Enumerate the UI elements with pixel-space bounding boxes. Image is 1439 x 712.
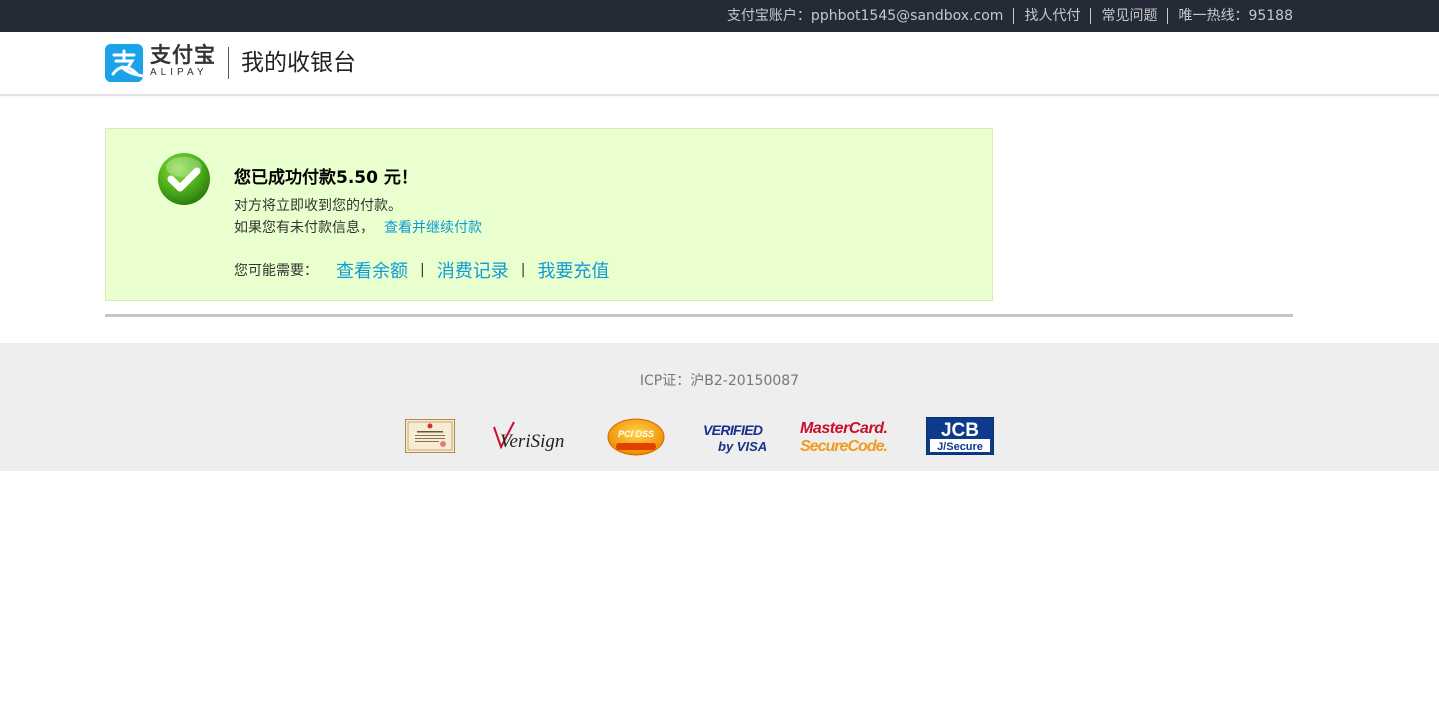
jcb-text: JCB (941, 420, 979, 441)
securecode-text: SecureCode. (800, 438, 888, 455)
verified-by-visa-badge[interactable]: VERIFIED by VISA (700, 419, 766, 455)
success-check-icon (158, 153, 210, 205)
view-continue-payment-link[interactable]: 查看并继续付款 (384, 220, 482, 236)
faq-link[interactable]: 常见问题 (1090, 8, 1167, 24)
success-message: 对方将立即收到您的付款。 (234, 198, 402, 214)
view-balance-link[interactable]: 查看余额 (336, 257, 408, 283)
by-visa-text: by VISA (718, 439, 766, 454)
payment-success-panel: 您已成功付款5.50 元！ 对方将立即收到您的付款。 如果您有未付款信息， 查看并… (105, 128, 993, 301)
suggested-actions: 您可能需要： 查看余额 | 消费记录 | 我要充值 (234, 257, 609, 283)
separator: | (520, 262, 526, 278)
logo-cn: 支付宝 (150, 43, 216, 67)
logo-divider (228, 47, 229, 79)
pci-text: PCI DSS (618, 429, 654, 439)
verified-text: VERIFIED (703, 422, 763, 438)
icp-license: ICP证：沪B2-20150087 (639, 373, 800, 389)
success-title: 您已成功付款5.50 元！ (234, 168, 418, 188)
header: 支付宝 ALIPAY 我的收银台 (0, 32, 1439, 96)
top-bar: 支付宝账户：pphbot1545@sandbox.com 找人代付 常见问题 唯… (0, 0, 1439, 32)
mastercard-securecode-badge[interactable]: MasterCard. SecureCode. (799, 417, 891, 455)
top-links: 支付宝账户：pphbot1545@sandbox.com 找人代付 常见问题 唯… (717, 0, 1293, 32)
suggested-label: 您可能需要： (234, 263, 318, 279)
jsecure-text: J/Secure (937, 441, 983, 453)
unpaid-info-text: 如果您有未付款信息， (234, 220, 374, 236)
footer: ICP证：沪B2-20150087 VeriSign PCI DSS VERIF… (0, 343, 1439, 471)
separator: | (420, 262, 425, 278)
logo-en: ALIPAY (150, 67, 208, 78)
verisign-text: VeriSign (500, 431, 564, 452)
alipay-logo-icon[interactable] (105, 44, 143, 82)
alipay-logo-text: 支付宝 ALIPAY (150, 43, 216, 79)
verisign-badge[interactable]: VeriSign (492, 421, 572, 453)
jcb-jsecure-badge[interactable]: JCB J/Secure (926, 417, 994, 455)
hotline-text: 唯一热线：95188 (1167, 8, 1293, 24)
unpaid-info-line: 如果您有未付款信息， 查看并继续付款 (234, 217, 482, 237)
divider (105, 314, 1293, 317)
pay-for-others-link[interactable]: 找人代付 (1013, 8, 1090, 24)
account-info: 支付宝账户：pphbot1545@sandbox.com (726, 8, 1004, 24)
pci-dss-badge[interactable]: PCI DSS (606, 417, 666, 457)
certificate-badge[interactable] (405, 419, 455, 453)
page-title: 我的收银台 (241, 50, 356, 76)
top-up-link[interactable]: 我要充值 (537, 257, 609, 283)
mastercard-text: MasterCard. (800, 420, 888, 437)
transaction-records-link[interactable]: 消费记录 (437, 257, 509, 283)
